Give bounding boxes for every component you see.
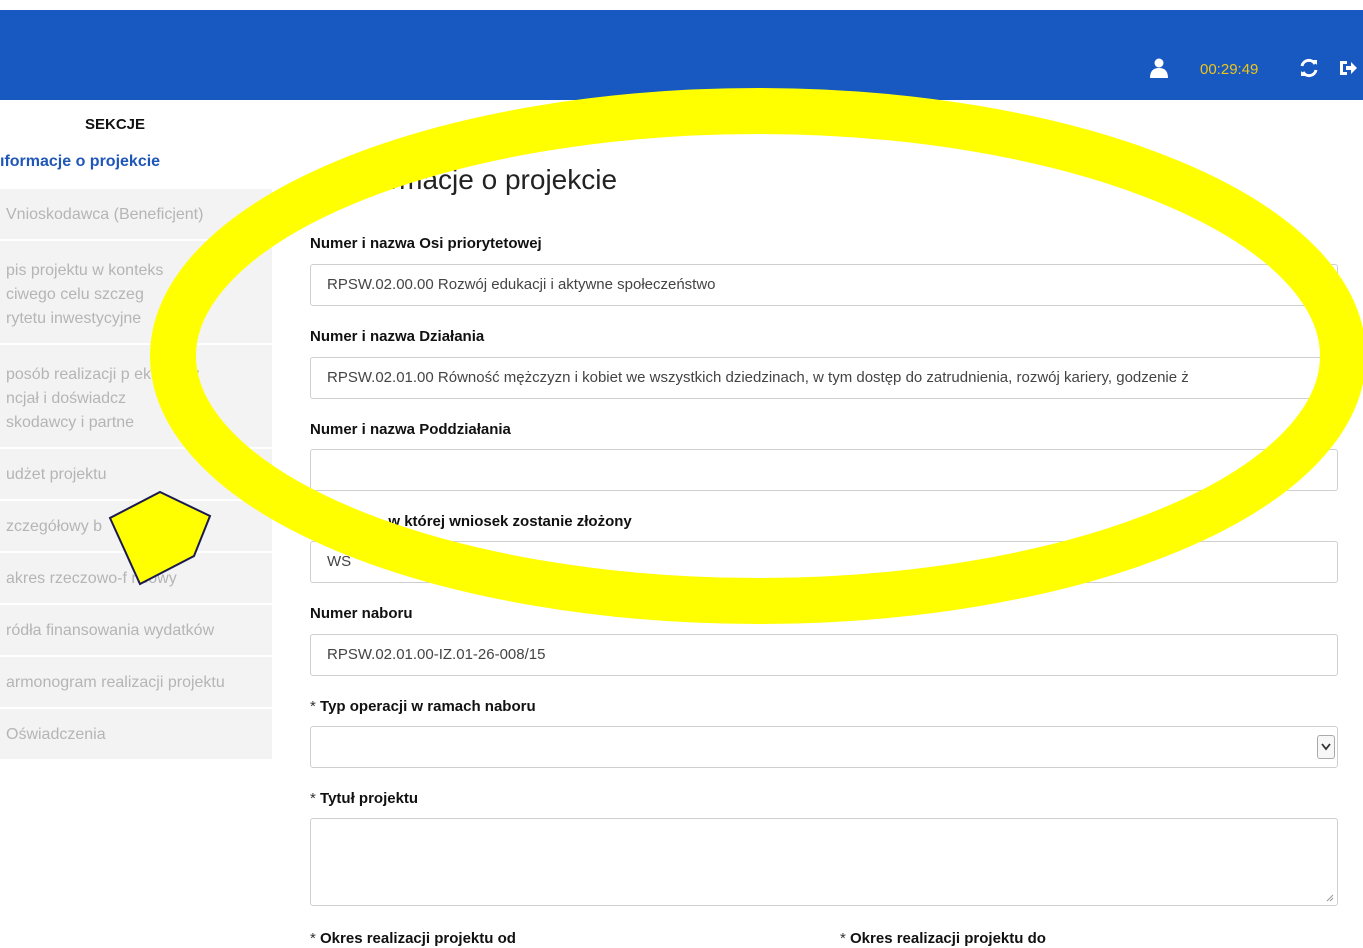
sidebar-item-sposob-realizacji[interactable]: posób realizacji p ektu oraz ncjał i doś… (0, 345, 272, 449)
sidebar-list: Vnioskodawca (Beneficjent) pis projektu … (0, 189, 272, 759)
tytul-projektu-label-text: Tytuł projektu (320, 790, 419, 807)
page-title: 1. Informacje o projekcie (312, 164, 618, 195)
sidebar-item-label: Vnioskodawca (Beneficjent) (6, 206, 204, 223)
logout-icon[interactable] (1338, 58, 1358, 78)
required-mark: * (310, 790, 316, 807)
okres-do-label: * Okres realizacji projektu do (840, 930, 1046, 947)
sidebar-item-label: pis projektu w konteks (6, 262, 164, 279)
sidebar-item-szczegolowy-budzet[interactable]: zczegółowy b (0, 501, 272, 553)
sidebar-item-label: ciwego celu szczeg (6, 286, 144, 303)
sidebar-item-zakres-rzeczowo-finansowy[interactable]: akres rzeczowo-f nsowy (0, 553, 272, 605)
sidebar-item-budzet-projektu[interactable]: udżet projektu (0, 449, 272, 501)
typ-operacji-select[interactable] (310, 726, 1338, 768)
okres-od-label: * Okres realizacji projektu od (310, 930, 516, 947)
tytul-projektu-textarea[interactable] (310, 818, 1338, 906)
os-priorytetowa-label: Numer i nazwa Osi priorytetowej (310, 235, 542, 252)
tytul-projektu-label: * Tytuł projektu (310, 790, 418, 807)
sidebar-item-label: zczegółowy b (6, 518, 103, 535)
required-mark: * (310, 930, 316, 947)
sidebar-item-harmonogram[interactable]: armonogram realizacji projektu (0, 657, 272, 709)
sidebar-item-label: skodawcy i partne (6, 414, 135, 431)
sidebar-item-label: posób realizacji p ektu oraz (6, 366, 200, 383)
numer-naboru-field[interactable]: RPSW.02.01.00-IZ.01-26-008/15 (310, 634, 1338, 676)
poddzialanie-label: Numer i nazwa Poddziałania (310, 421, 511, 438)
sidebar-item-label: akres rzeczowo-f nsowy (6, 570, 177, 587)
sidebar-item-label: ncjał i doświadcz (6, 390, 127, 407)
numer-naboru-label: Numer naboru (310, 605, 413, 622)
user-icon[interactable] (1150, 58, 1168, 78)
poddzialanie-field[interactable] (310, 449, 1338, 491)
required-mark: * (840, 930, 846, 947)
instytucja-field[interactable]: WŚ (310, 541, 1338, 583)
required-mark: * (310, 698, 316, 715)
sidebar-title: SEKCJE (84, 116, 146, 133)
refresh-icon[interactable] (1298, 57, 1320, 79)
os-priorytetowa-field[interactable]: RPSW.02.00.00 Rozwój edukacji i aktywne … (310, 264, 1338, 306)
sidebar-item-label: Oświadczenia (6, 726, 106, 743)
sidebar-item-label: udżet projektu (6, 466, 107, 483)
sidebar-item-label: rytetu inwestycyjne (6, 310, 142, 327)
dzialanie-field[interactable]: RPSW.02.01.00 Równość mężczyzn i kobiet … (310, 357, 1338, 399)
instytucja-label: Instytucja, w której wniosek zostanie zł… (310, 513, 632, 530)
okres-do-label-text: Okres realizacji projektu do (850, 930, 1046, 947)
sidebar-item-oswiadczenia[interactable]: Oświadczenia (0, 709, 272, 759)
session-timer: 00:29:49 (1200, 61, 1259, 78)
sidebar-item-opis-projektu[interactable]: pis projektu w konteks ciwego celu szcze… (0, 241, 272, 345)
top-bar: 00:29:49 (0, 0, 1363, 100)
typ-operacji-label-text: Typ operacji w ramach naboru (320, 698, 536, 715)
typ-operacji-label: * Typ operacji w ramach naboru (310, 698, 536, 715)
top-strip (0, 0, 1363, 10)
resize-handle-icon[interactable] (1324, 892, 1334, 902)
sidebar-item-informacje-o-projekcie[interactable]: ıformacje o projekcie (0, 153, 160, 171)
dzialanie-label: Numer i nazwa Działania (310, 328, 485, 345)
sidebar-item-zrodla-finansowania[interactable]: ródła finansowania wydatków (0, 605, 272, 657)
sidebar-item-wnioskodawca[interactable]: Vnioskodawca (Beneficjent) (0, 189, 272, 241)
sidebar-item-label: ródła finansowania wydatków (6, 622, 215, 639)
sidebar-item-label: armonogram realizacji projektu (6, 674, 225, 691)
okres-od-label-text: Okres realizacji projektu od (320, 930, 516, 947)
chevron-down-icon[interactable] (1317, 735, 1335, 759)
